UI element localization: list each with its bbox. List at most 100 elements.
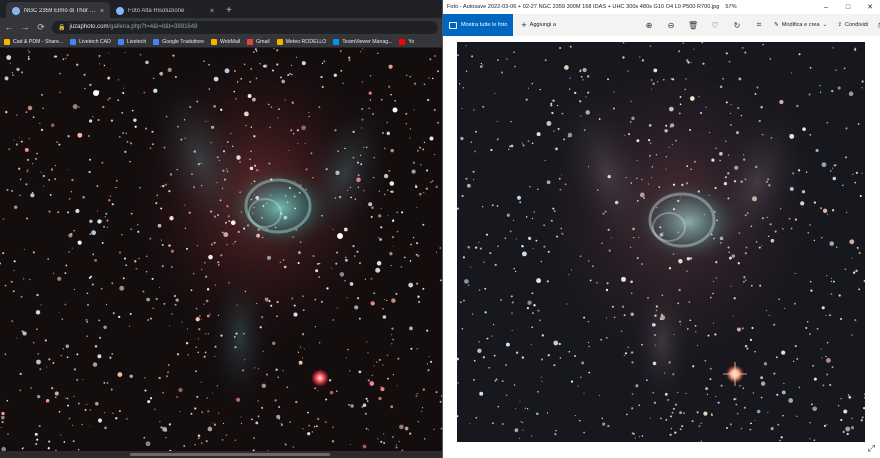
star: [151, 277, 154, 280]
star: [725, 426, 729, 430]
maximize-button[interactable]: □: [837, 4, 859, 11]
star: [689, 96, 695, 101]
trash-icon[interactable]: 🗑: [682, 21, 704, 30]
star: [392, 338, 394, 341]
heart-icon[interactable]: ♡: [704, 21, 726, 30]
star: [409, 75, 412, 78]
star: [200, 268, 203, 271]
nebula-photo-right[interactable]: [457, 42, 865, 442]
lock-icon[interactable]: 🔒: [58, 24, 65, 31]
star: [48, 178, 51, 181]
star: [257, 169, 259, 171]
star: [704, 359, 707, 362]
bookmark-item[interactable]: Meteo RODELLO: [276, 38, 326, 45]
star: [250, 198, 253, 201]
star: [280, 76, 282, 79]
star: [505, 342, 510, 347]
reload-icon[interactable]: ⟳: [36, 22, 46, 33]
bookmark-item[interactable]: Gmail: [247, 38, 270, 45]
star: [607, 424, 610, 428]
star: [205, 275, 208, 278]
star: [563, 138, 566, 141]
star: [372, 113, 374, 115]
add-to-button[interactable]: + Aggiungi a: [521, 20, 556, 30]
zoom-out-icon[interactable]: ⊖: [660, 21, 682, 30]
star: [744, 344, 748, 348]
star: [501, 422, 504, 426]
star: [279, 261, 281, 263]
bookmark-item[interactable]: Livetech: [117, 38, 146, 45]
star: [559, 188, 562, 191]
star: [735, 403, 738, 406]
crop-icon[interactable]: ⌗: [748, 20, 770, 30]
close-button[interactable]: ✕: [859, 3, 880, 11]
all-photos-button[interactable]: Mostra tutte le foto: [443, 14, 514, 36]
star: [286, 201, 289, 204]
star: [276, 315, 278, 318]
star: [729, 112, 732, 114]
star: [638, 404, 640, 406]
star: [196, 100, 199, 103]
star: [171, 266, 173, 268]
star: [27, 57, 30, 60]
star: [180, 138, 183, 141]
star: [100, 220, 103, 222]
star: [770, 137, 773, 139]
address-bar[interactable]: 🔒 juzaphoto.com/galleria.php?t=4&l=it&t=…: [52, 20, 438, 34]
star: [334, 129, 337, 132]
minimize-button[interactable]: –: [815, 4, 837, 11]
bookmark-item[interactable]: Livetech CAD: [70, 38, 111, 45]
star: [373, 176, 375, 179]
star: [383, 298, 385, 301]
share-button[interactable]: ⇪ Condividi: [837, 22, 868, 28]
star: [82, 379, 84, 381]
star: [216, 156, 219, 159]
star: [749, 428, 752, 431]
star: [674, 431, 677, 434]
arrow-left-icon[interactable]: ←: [4, 22, 14, 32]
star: [533, 211, 535, 213]
tab-close-icon[interactable]: ×: [210, 8, 214, 15]
star: [32, 341, 35, 344]
bookmark-item[interactable]: Cad & PDM - Share...: [4, 38, 63, 45]
scrollbar-thumb[interactable]: [130, 453, 330, 456]
star: [766, 216, 768, 218]
star: [473, 179, 475, 181]
star: [195, 317, 200, 322]
star: [23, 248, 25, 250]
star: [826, 341, 829, 344]
tab-close-icon[interactable]: ×: [100, 8, 104, 15]
bookmark-item[interactable]: Yo: [399, 38, 414, 45]
star: [672, 407, 675, 410]
star: [856, 246, 859, 249]
star: [802, 127, 806, 131]
star: [206, 314, 210, 318]
star: [746, 347, 749, 350]
star: [821, 162, 827, 168]
star: [412, 236, 415, 239]
bookmark-item[interactable]: Google Traduttore: [153, 38, 204, 45]
star: [97, 418, 103, 423]
rotate-icon[interactable]: ↻: [726, 21, 748, 30]
star: [314, 387, 317, 390]
star: [474, 150, 476, 153]
bookmark-item[interactable]: WebMail: [211, 38, 240, 45]
horizontal-scrollbar[interactable]: [0, 451, 442, 458]
expand-icon[interactable]: ⤢: [868, 443, 875, 454]
star: [506, 394, 508, 396]
bookmark-item[interactable]: TeamViewer Manag...: [333, 38, 392, 45]
star: [741, 47, 744, 49]
zoom-in-icon[interactable]: ⊕: [638, 21, 660, 30]
star: [531, 326, 534, 329]
edit-create-button[interactable]: ✎ Modifica e crea ⌄: [774, 22, 827, 28]
star: [392, 373, 395, 376]
star: [362, 48, 364, 50]
plus-icon: +: [521, 20, 527, 30]
star: [168, 189, 171, 193]
arrow-right-icon[interactable]: →: [20, 22, 30, 32]
star: [325, 167, 328, 171]
star: [769, 223, 772, 226]
star: [377, 52, 379, 55]
star: [754, 165, 758, 169]
star: [66, 356, 69, 359]
